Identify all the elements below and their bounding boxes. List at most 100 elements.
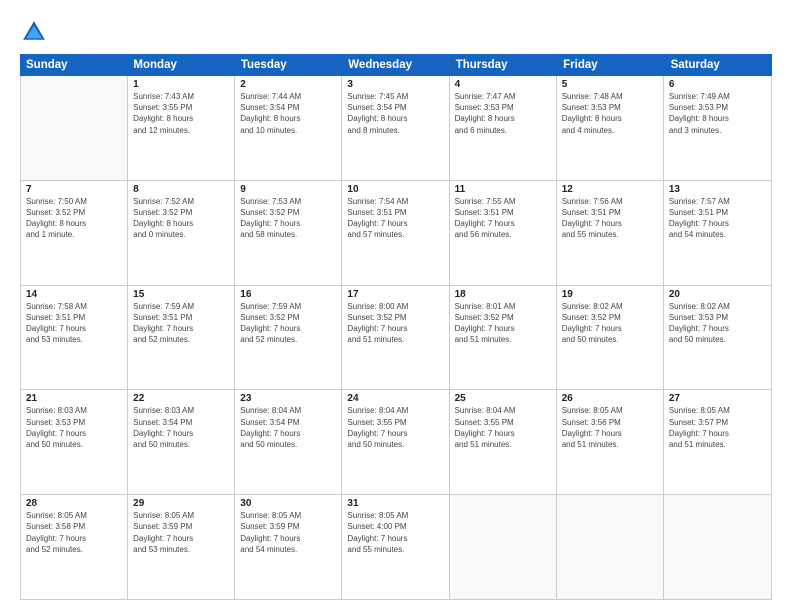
calendar-cell-3-6: 19Sunrise: 8:02 AM Sunset: 3:52 PM Dayli… <box>557 286 664 390</box>
day-info: Sunrise: 8:00 AM Sunset: 3:52 PM Dayligh… <box>347 301 443 346</box>
calendar-cell-1-7: 6Sunrise: 7:49 AM Sunset: 3:53 PM Daylig… <box>664 76 771 180</box>
calendar-cell-3-2: 15Sunrise: 7:59 AM Sunset: 3:51 PM Dayli… <box>128 286 235 390</box>
calendar-cell-2-4: 10Sunrise: 7:54 AM Sunset: 3:51 PM Dayli… <box>342 181 449 285</box>
calendar-cell-5-3: 30Sunrise: 8:05 AM Sunset: 3:59 PM Dayli… <box>235 495 342 599</box>
day-number: 21 <box>26 393 122 404</box>
calendar-row-3: 14Sunrise: 7:58 AM Sunset: 3:51 PM Dayli… <box>21 285 771 390</box>
day-number: 15 <box>133 289 229 300</box>
day-info: Sunrise: 7:56 AM Sunset: 3:51 PM Dayligh… <box>562 196 658 241</box>
day-number: 31 <box>347 498 443 509</box>
day-number: 22 <box>133 393 229 404</box>
day-info: Sunrise: 7:55 AM Sunset: 3:51 PM Dayligh… <box>455 196 551 241</box>
day-info: Sunrise: 8:03 AM Sunset: 3:54 PM Dayligh… <box>133 405 229 450</box>
calendar-cell-1-5: 4Sunrise: 7:47 AM Sunset: 3:53 PM Daylig… <box>450 76 557 180</box>
calendar-cell-4-7: 27Sunrise: 8:05 AM Sunset: 3:57 PM Dayli… <box>664 390 771 494</box>
day-info: Sunrise: 8:05 AM Sunset: 3:58 PM Dayligh… <box>26 510 122 555</box>
day-info: Sunrise: 7:45 AM Sunset: 3:54 PM Dayligh… <box>347 91 443 136</box>
day-number: 8 <box>133 184 229 195</box>
weekday-header-tuesday: Tuesday <box>235 54 342 76</box>
calendar-cell-5-2: 29Sunrise: 8:05 AM Sunset: 3:59 PM Dayli… <box>128 495 235 599</box>
calendar-cell-2-6: 12Sunrise: 7:56 AM Sunset: 3:51 PM Dayli… <box>557 181 664 285</box>
page: SundayMondayTuesdayWednesdayThursdayFrid… <box>0 0 792 612</box>
calendar-cell-5-7 <box>664 495 771 599</box>
calendar-cell-1-4: 3Sunrise: 7:45 AM Sunset: 3:54 PM Daylig… <box>342 76 449 180</box>
weekday-header-friday: Friday <box>557 54 664 76</box>
day-number: 2 <box>240 79 336 90</box>
day-number: 16 <box>240 289 336 300</box>
day-info: Sunrise: 7:59 AM Sunset: 3:51 PM Dayligh… <box>133 301 229 346</box>
calendar-cell-4-2: 22Sunrise: 8:03 AM Sunset: 3:54 PM Dayli… <box>128 390 235 494</box>
day-info: Sunrise: 8:05 AM Sunset: 3:59 PM Dayligh… <box>133 510 229 555</box>
day-number: 11 <box>455 184 551 195</box>
day-info: Sunrise: 7:47 AM Sunset: 3:53 PM Dayligh… <box>455 91 551 136</box>
weekday-header-monday: Monday <box>127 54 234 76</box>
calendar-cell-5-1: 28Sunrise: 8:05 AM Sunset: 3:58 PM Dayli… <box>21 495 128 599</box>
calendar-cell-3-1: 14Sunrise: 7:58 AM Sunset: 3:51 PM Dayli… <box>21 286 128 390</box>
day-info: Sunrise: 7:44 AM Sunset: 3:54 PM Dayligh… <box>240 91 336 136</box>
calendar-cell-2-3: 9Sunrise: 7:53 AM Sunset: 3:52 PM Daylig… <box>235 181 342 285</box>
day-number: 23 <box>240 393 336 404</box>
day-info: Sunrise: 8:04 AM Sunset: 3:55 PM Dayligh… <box>347 405 443 450</box>
calendar-cell-4-5: 25Sunrise: 8:04 AM Sunset: 3:55 PM Dayli… <box>450 390 557 494</box>
day-number: 14 <box>26 289 122 300</box>
day-number: 29 <box>133 498 229 509</box>
calendar-cell-3-4: 17Sunrise: 8:00 AM Sunset: 3:52 PM Dayli… <box>342 286 449 390</box>
weekday-header-sunday: Sunday <box>20 54 127 76</box>
calendar-cell-4-3: 23Sunrise: 8:04 AM Sunset: 3:54 PM Dayli… <box>235 390 342 494</box>
calendar-cell-4-1: 21Sunrise: 8:03 AM Sunset: 3:53 PM Dayli… <box>21 390 128 494</box>
calendar-cell-2-1: 7Sunrise: 7:50 AM Sunset: 3:52 PM Daylig… <box>21 181 128 285</box>
calendar-cell-5-4: 31Sunrise: 8:05 AM Sunset: 4:00 PM Dayli… <box>342 495 449 599</box>
day-number: 17 <box>347 289 443 300</box>
day-info: Sunrise: 8:01 AM Sunset: 3:52 PM Dayligh… <box>455 301 551 346</box>
day-info: Sunrise: 7:52 AM Sunset: 3:52 PM Dayligh… <box>133 196 229 241</box>
calendar-cell-5-6 <box>557 495 664 599</box>
day-info: Sunrise: 8:04 AM Sunset: 3:54 PM Dayligh… <box>240 405 336 450</box>
day-info: Sunrise: 8:05 AM Sunset: 3:59 PM Dayligh… <box>240 510 336 555</box>
day-number: 7 <box>26 184 122 195</box>
calendar-cell-3-3: 16Sunrise: 7:59 AM Sunset: 3:52 PM Dayli… <box>235 286 342 390</box>
calendar-cell-1-6: 5Sunrise: 7:48 AM Sunset: 3:53 PM Daylig… <box>557 76 664 180</box>
day-number: 18 <box>455 289 551 300</box>
day-number: 26 <box>562 393 658 404</box>
day-info: Sunrise: 8:05 AM Sunset: 3:57 PM Dayligh… <box>669 405 766 450</box>
logo-icon <box>20 18 48 46</box>
calendar-cell-2-5: 11Sunrise: 7:55 AM Sunset: 3:51 PM Dayli… <box>450 181 557 285</box>
day-info: Sunrise: 8:05 AM Sunset: 3:56 PM Dayligh… <box>562 405 658 450</box>
day-number: 30 <box>240 498 336 509</box>
day-number: 19 <box>562 289 658 300</box>
day-number: 27 <box>669 393 766 404</box>
weekday-header-thursday: Thursday <box>450 54 557 76</box>
day-number: 20 <box>669 289 766 300</box>
calendar-cell-1-3: 2Sunrise: 7:44 AM Sunset: 3:54 PM Daylig… <box>235 76 342 180</box>
day-info: Sunrise: 7:59 AM Sunset: 3:52 PM Dayligh… <box>240 301 336 346</box>
calendar-cell-5-5 <box>450 495 557 599</box>
day-info: Sunrise: 7:53 AM Sunset: 3:52 PM Dayligh… <box>240 196 336 241</box>
day-info: Sunrise: 8:04 AM Sunset: 3:55 PM Dayligh… <box>455 405 551 450</box>
day-info: Sunrise: 8:02 AM Sunset: 3:52 PM Dayligh… <box>562 301 658 346</box>
weekday-header-saturday: Saturday <box>665 54 772 76</box>
calendar-row-1: 1Sunrise: 7:43 AM Sunset: 3:55 PM Daylig… <box>21 76 771 180</box>
day-number: 4 <box>455 79 551 90</box>
calendar-body: 1Sunrise: 7:43 AM Sunset: 3:55 PM Daylig… <box>20 76 772 600</box>
day-info: Sunrise: 7:57 AM Sunset: 3:51 PM Dayligh… <box>669 196 766 241</box>
day-info: Sunrise: 7:58 AM Sunset: 3:51 PM Dayligh… <box>26 301 122 346</box>
calendar-row-2: 7Sunrise: 7:50 AM Sunset: 3:52 PM Daylig… <box>21 180 771 285</box>
header <box>20 18 772 46</box>
day-number: 5 <box>562 79 658 90</box>
day-number: 24 <box>347 393 443 404</box>
day-info: Sunrise: 7:49 AM Sunset: 3:53 PM Dayligh… <box>669 91 766 136</box>
weekday-header-wednesday: Wednesday <box>342 54 449 76</box>
calendar-cell-3-5: 18Sunrise: 8:01 AM Sunset: 3:52 PM Dayli… <box>450 286 557 390</box>
calendar-row-5: 28Sunrise: 8:05 AM Sunset: 3:58 PM Dayli… <box>21 494 771 599</box>
day-info: Sunrise: 7:54 AM Sunset: 3:51 PM Dayligh… <box>347 196 443 241</box>
calendar-cell-3-7: 20Sunrise: 8:02 AM Sunset: 3:53 PM Dayli… <box>664 286 771 390</box>
day-info: Sunrise: 8:02 AM Sunset: 3:53 PM Dayligh… <box>669 301 766 346</box>
day-info: Sunrise: 8:05 AM Sunset: 4:00 PM Dayligh… <box>347 510 443 555</box>
day-number: 9 <box>240 184 336 195</box>
calendar: SundayMondayTuesdayWednesdayThursdayFrid… <box>20 54 772 600</box>
day-info: Sunrise: 8:03 AM Sunset: 3:53 PM Dayligh… <box>26 405 122 450</box>
day-number: 3 <box>347 79 443 90</box>
calendar-cell-1-1 <box>21 76 128 180</box>
day-number: 12 <box>562 184 658 195</box>
calendar-header: SundayMondayTuesdayWednesdayThursdayFrid… <box>20 54 772 76</box>
